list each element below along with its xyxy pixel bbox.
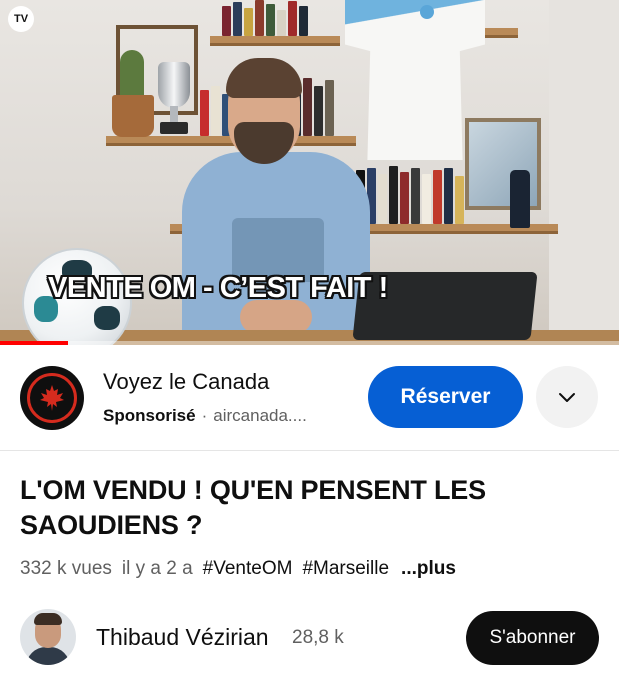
trophy bbox=[150, 62, 198, 136]
hashtag-link[interactable]: #VenteOM bbox=[203, 558, 293, 580]
channel-watermark-icon: TV bbox=[8, 6, 34, 32]
sponsored-label: Sponsorisé bbox=[103, 406, 196, 425]
video-overlay-title: VENTE OM - C’EST FAIT ! bbox=[48, 272, 388, 304]
subscribe-button[interactable]: S'abonner bbox=[466, 611, 599, 665]
ad-domain: aircanada.... bbox=[213, 406, 307, 425]
plant-pot bbox=[112, 95, 154, 137]
hashtag-link[interactable]: #Marseille bbox=[302, 558, 389, 580]
upload-age: il y a 2 a bbox=[121, 558, 193, 579]
shelf bbox=[482, 28, 518, 38]
subscriber-count: 28,8 k bbox=[292, 627, 344, 648]
ad-subtitle: Sponsorisé · aircanada.... bbox=[103, 406, 307, 426]
separator: · bbox=[201, 406, 208, 425]
cactus-plant bbox=[120, 50, 144, 98]
expand-ad-button[interactable] bbox=[536, 366, 598, 428]
video-metadata[interactable]: 332 k vues il y a 2 a #VenteOM #Marseill… bbox=[20, 558, 456, 580]
sponsored-ad[interactable]: Voyez le Canada Sponsorisé · aircanada..… bbox=[0, 345, 619, 451]
bottle bbox=[510, 170, 530, 228]
football-shirt bbox=[345, 0, 485, 160]
advertiser-logo[interactable] bbox=[20, 366, 84, 430]
channel-name[interactable]: Thibaud Vézirian bbox=[96, 624, 269, 651]
books bbox=[356, 166, 464, 224]
channel-avatar[interactable] bbox=[20, 609, 76, 665]
presenter-hair bbox=[226, 58, 302, 98]
video-player[interactable]: TV VENTE OM - C’EST FAIT ! bbox=[0, 0, 619, 345]
maple-leaf-icon bbox=[27, 373, 77, 423]
books bbox=[222, 0, 308, 36]
wall-background bbox=[549, 0, 619, 345]
view-count: 332 k vues bbox=[20, 558, 112, 579]
presenter-hands bbox=[240, 300, 312, 334]
more-link[interactable]: ...plus bbox=[401, 558, 456, 580]
chevron-down-icon bbox=[559, 393, 575, 402]
club-badge bbox=[420, 5, 434, 19]
reserve-button[interactable]: Réserver bbox=[368, 366, 523, 428]
shelf bbox=[210, 36, 340, 46]
video-title[interactable]: L'OM VENDU ! QU'EN PENSENT LES SAOUDIENS… bbox=[20, 473, 580, 543]
ad-title[interactable]: Voyez le Canada bbox=[103, 369, 269, 395]
